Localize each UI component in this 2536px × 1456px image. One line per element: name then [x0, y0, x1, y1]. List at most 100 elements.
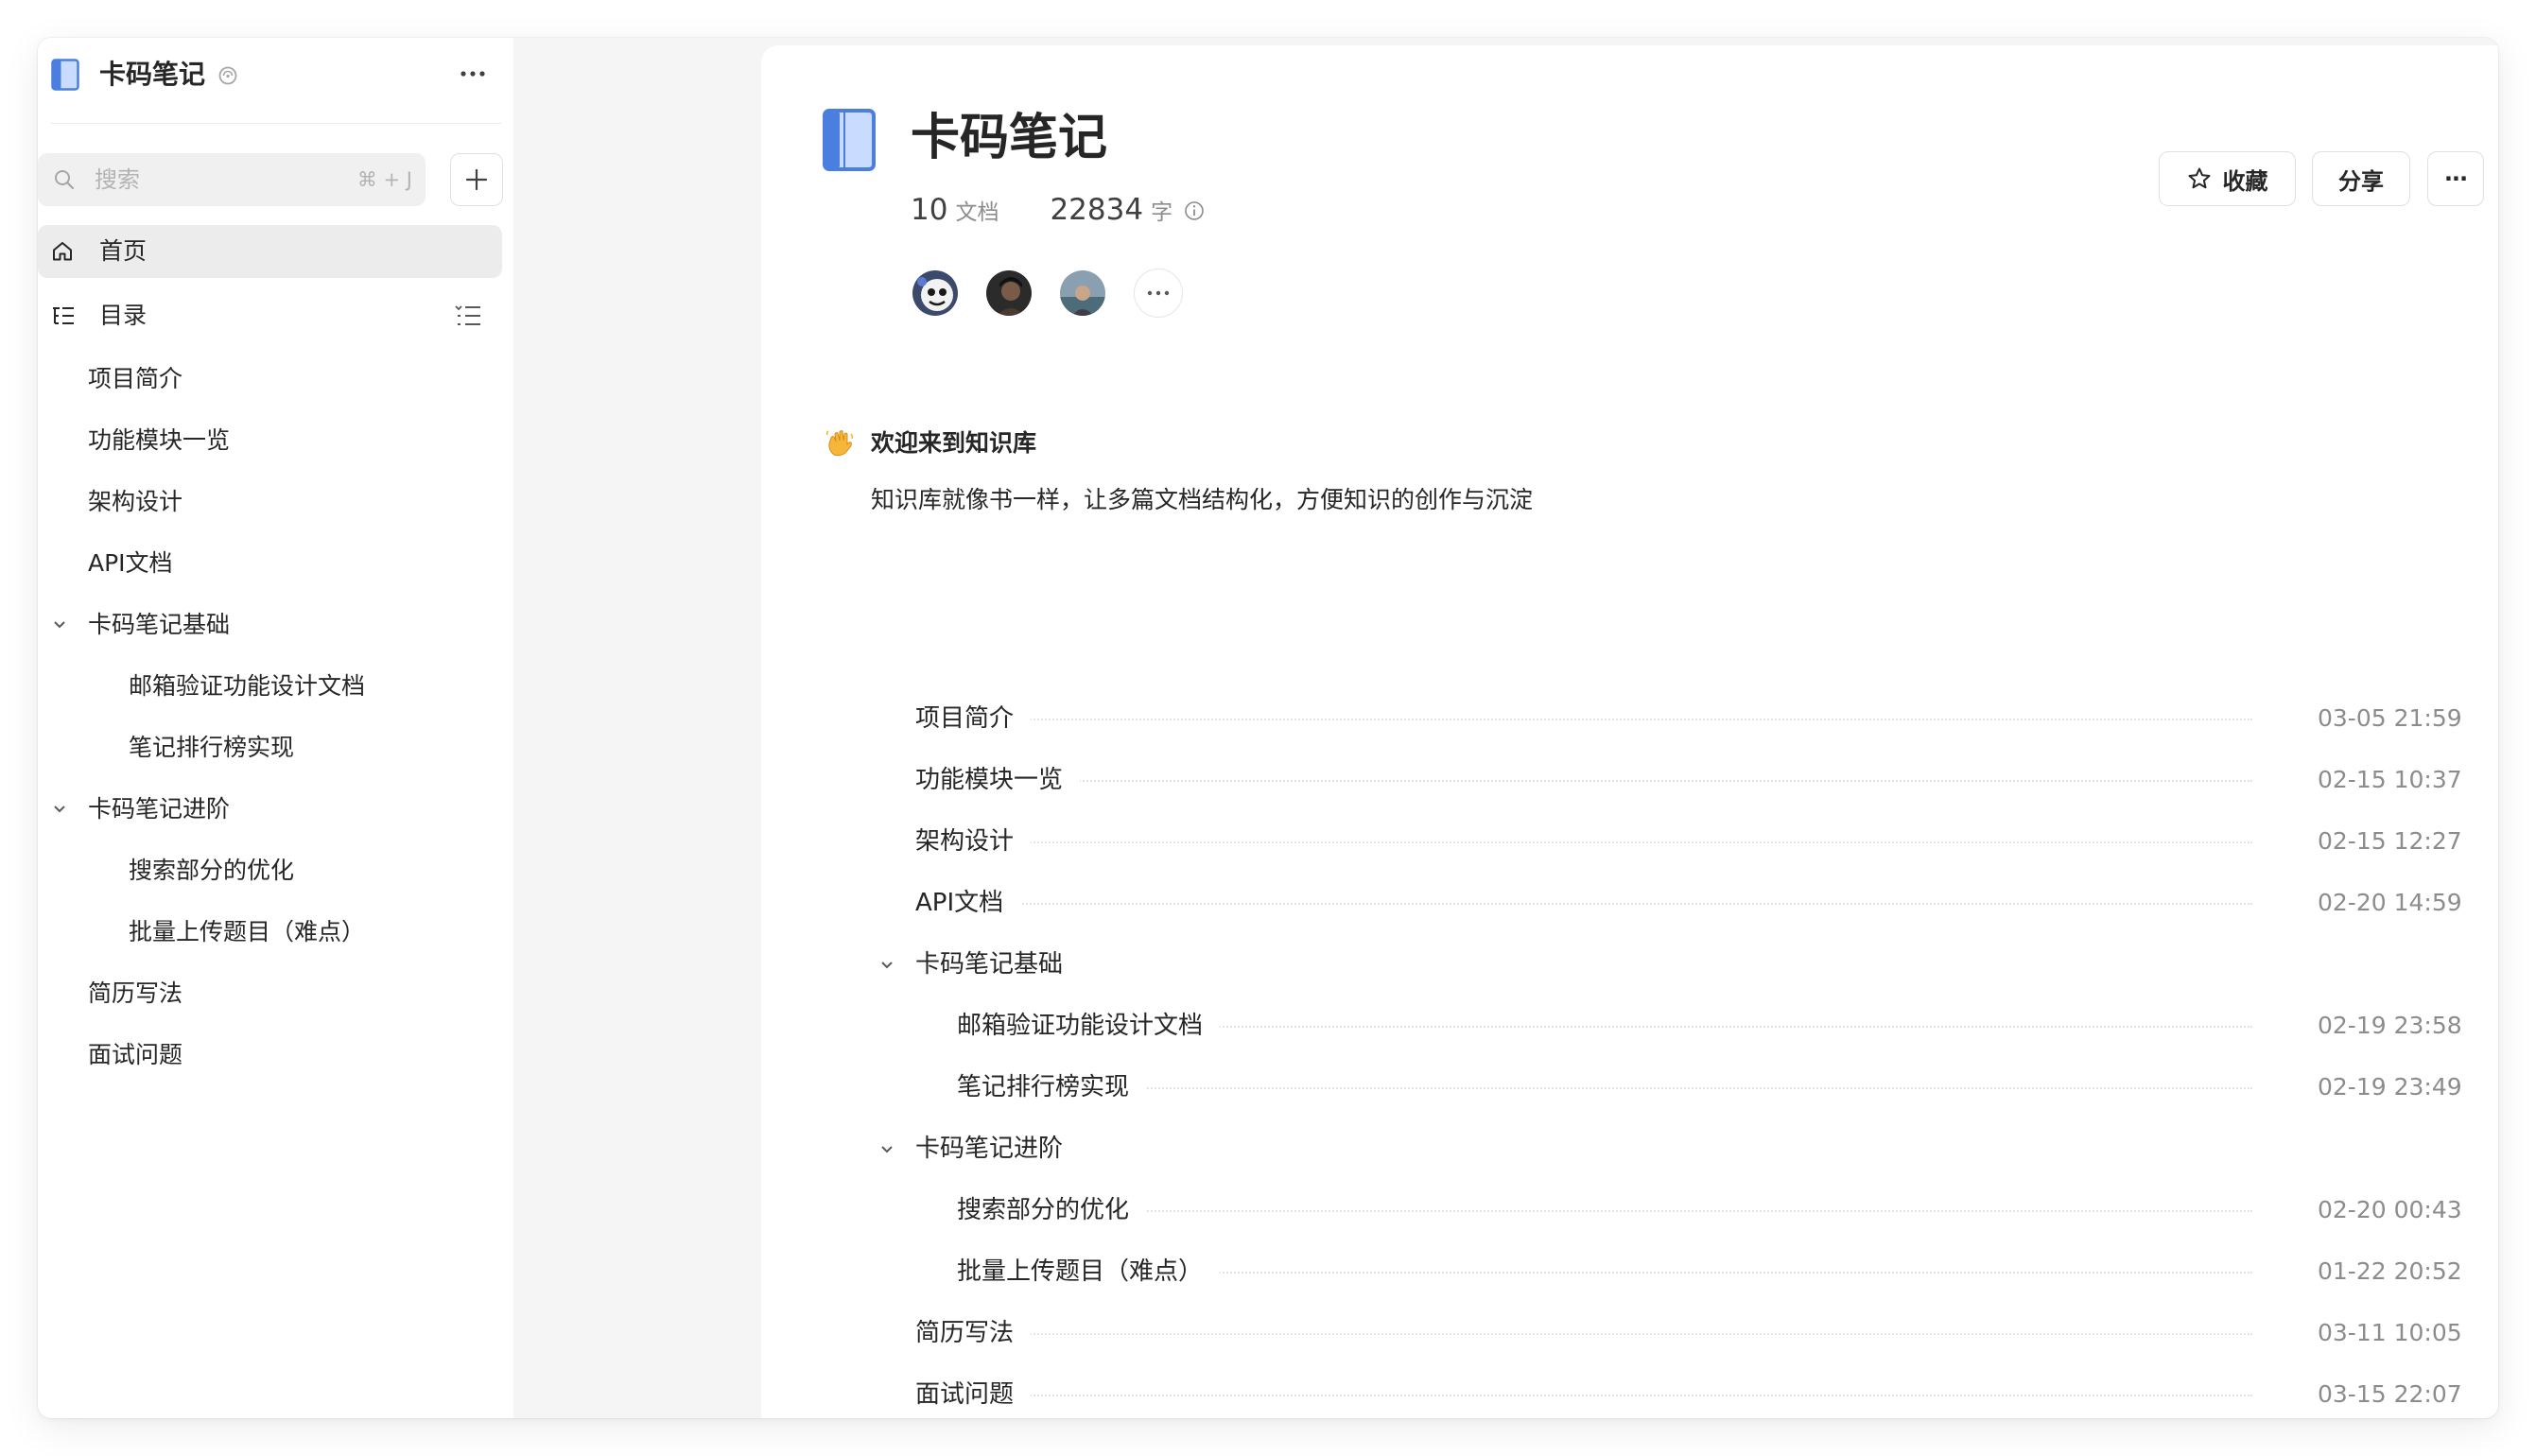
avatar[interactable]: [984, 269, 1034, 318]
dotted-leader: [925, 1395, 2252, 1396]
dotted-leader: [925, 1333, 2252, 1335]
sidebar-tree-item[interactable]: 简历写法: [38, 966, 502, 1021]
document-row[interactable]: 笔记排行榜实现 02-19 23:49: [761, 1059, 2498, 1116]
sidebar-tree-label: 架构设计: [88, 488, 183, 515]
doc-unit: 文档: [955, 200, 999, 225]
search-input[interactable]: [95, 153, 321, 206]
dotted-leader: [966, 1087, 2252, 1089]
search-icon: [55, 170, 75, 190]
page-title: 卡码笔记: [911, 110, 1108, 166]
document-title[interactable]: 项目简介: [915, 702, 1032, 735]
sidebar-tree-item[interactable]: API文档: [38, 536, 502, 591]
welcome-title: 欢迎来到知识库: [871, 429, 1037, 457]
sidebar-tree-label: 搜索部分的优化: [129, 857, 295, 884]
sidebar-item-home[interactable]: 首页: [38, 225, 502, 278]
more-icon: [1147, 290, 1170, 296]
visibility-icon[interactable]: [217, 65, 238, 86]
document-title[interactable]: 功能模块一览: [915, 764, 1081, 796]
document-row[interactable]: 简历写法 03-11 10:05: [761, 1305, 2498, 1361]
sidebar-title[interactable]: 卡码笔记: [99, 57, 205, 93]
document-group-row[interactable]: 卡码笔记进阶: [761, 1120, 2498, 1177]
document-title[interactable]: 批量上传题目（难点）: [957, 1256, 1221, 1288]
chevron-down-icon[interactable]: [878, 1141, 895, 1158]
home-icon: [53, 242, 72, 261]
document-row[interactable]: 架构设计 02-15 12:27: [761, 813, 2498, 870]
document-row[interactable]: 功能模块一览 02-15 10:37: [761, 752, 2498, 808]
avatar[interactable]: [911, 269, 960, 318]
sidebar-tree-item[interactable]: 笔记排行榜实现: [38, 720, 502, 775]
list-tree-icon: [53, 307, 74, 324]
dotted-leader: [966, 1210, 2252, 1212]
document-row[interactable]: 搜索部分的优化 02-20 00:43: [761, 1182, 2498, 1239]
avatar-image-icon: [1060, 270, 1105, 316]
dotted-leader: [925, 841, 2252, 843]
sidebar-tree-label: 卡码笔记进阶: [88, 795, 231, 823]
sidebar-more-button[interactable]: [452, 55, 494, 93]
info-icon[interactable]: [1184, 200, 1205, 221]
document-title[interactable]: 面试问题: [915, 1378, 1032, 1411]
document-title[interactable]: API文档: [915, 887, 1021, 919]
sidebar-tree-item[interactable]: 架构设计: [38, 475, 502, 529]
sidebar-divider: [51, 123, 501, 124]
sidebar-tree-label: 功能模块一览: [88, 426, 231, 454]
document-row[interactable]: 项目简介 03-05 21:59: [761, 690, 2498, 747]
document-row[interactable]: API文档 02-20 14:59: [761, 875, 2498, 931]
favorite-button[interactable]: 收藏: [2159, 151, 2296, 206]
dotted-leader: [925, 903, 2252, 905]
document-date: 03-05 21:59: [2318, 704, 2462, 732]
document-title[interactable]: 搜索部分的优化: [957, 1194, 1147, 1226]
document-date: 03-15 22:07: [2318, 1380, 2462, 1408]
document-row[interactable]: 邮箱验证功能设计文档 02-19 23:58: [761, 997, 2498, 1054]
sidebar-tree-group[interactable]: 卡码笔记基础: [38, 598, 502, 652]
dotted-leader: [925, 780, 2252, 782]
more-collaborators-button[interactable]: [1134, 269, 1183, 318]
more-icon: [460, 71, 485, 77]
share-button[interactable]: 分享: [2312, 151, 2410, 206]
dotted-leader: [925, 719, 2252, 720]
favorite-label: 收藏: [2222, 167, 2268, 195]
document-row[interactable]: 批量上传题目（难点） 01-22 20:52: [761, 1243, 2498, 1300]
word-unit: 字: [1151, 200, 1173, 225]
avatar-image-icon: [986, 270, 1032, 316]
sidebar-tree-item[interactable]: 邮箱验证功能设计文档: [38, 659, 502, 714]
sidebar-tree-item[interactable]: 面试问题: [38, 1028, 502, 1083]
search-box[interactable]: ⌘ + J: [38, 153, 426, 206]
document-title[interactable]: 架构设计: [915, 825, 1032, 858]
sidebar-tree-label: 项目简介: [88, 365, 183, 392]
sidebar-tree-item[interactable]: 功能模块一览: [38, 413, 502, 468]
sidebar-tree-label: 批量上传题目（难点）: [129, 918, 366, 945]
sidebar-tree-label: 简历写法: [88, 979, 183, 1007]
avatar[interactable]: [1058, 269, 1107, 318]
add-button[interactable]: [450, 153, 503, 206]
share-label: 分享: [2338, 167, 2384, 195]
app-window: 卡码笔记 ⌘ + J: [38, 38, 2498, 1418]
document-title[interactable]: 卡码笔记基础: [915, 948, 1081, 980]
document-date: 02-20 14:59: [2318, 889, 2462, 916]
document-title[interactable]: 笔记排行榜实现: [957, 1071, 1147, 1103]
document-date: 01-22 20:52: [2318, 1257, 2462, 1285]
header-more-button[interactable]: ···: [2427, 151, 2484, 206]
document-title[interactable]: 邮箱验证功能设计文档: [957, 1010, 1221, 1042]
sidebar-tree-label: 笔记排行榜实现: [129, 734, 295, 761]
sidebar-tree-item[interactable]: 项目简介: [38, 352, 502, 407]
document-date: 02-15 10:37: [2318, 766, 2462, 793]
sidebar-tree-item[interactable]: 搜索部分的优化: [38, 843, 502, 898]
document-date: 02-15 12:27: [2318, 827, 2462, 855]
sidebar: 卡码笔记 ⌘ + J: [38, 38, 513, 1418]
sidebar-tree-group[interactable]: 卡码笔记进阶: [38, 782, 502, 837]
document-row[interactable]: 面试问题 03-15 22:07: [761, 1366, 2498, 1418]
chevron-down-icon[interactable]: [51, 801, 68, 818]
more-icon: ···: [2443, 165, 2468, 192]
document-group-row[interactable]: 卡码笔记基础: [761, 936, 2498, 993]
book-stats: 10 文档 22834 字: [911, 193, 1205, 231]
document-date: 02-19 23:49: [2318, 1073, 2462, 1101]
sidebar-tree-item[interactable]: 批量上传题目（难点）: [38, 905, 502, 960]
chevron-down-icon[interactable]: [878, 957, 895, 974]
sidebar-item-toc[interactable]: 目录: [38, 289, 502, 342]
document-title[interactable]: 卡码笔记进阶: [915, 1133, 1081, 1165]
collapse-all-icon[interactable]: [454, 303, 482, 329]
document-date: 02-20 00:43: [2318, 1196, 2462, 1223]
plus-icon: [465, 168, 488, 191]
document-title[interactable]: 简历写法: [915, 1317, 1032, 1349]
chevron-down-icon[interactable]: [51, 616, 68, 633]
